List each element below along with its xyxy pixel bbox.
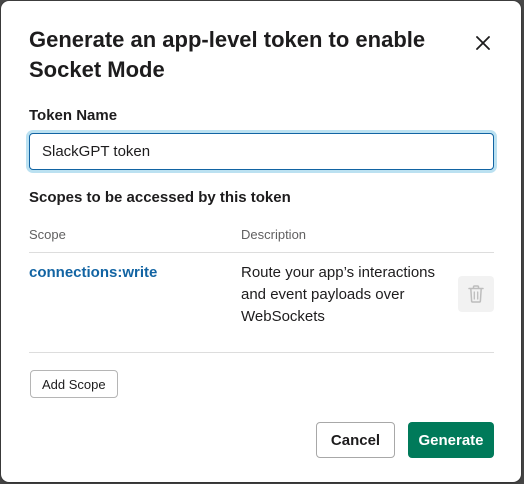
token-name-input[interactable] bbox=[29, 133, 494, 170]
close-button[interactable] bbox=[469, 29, 497, 57]
close-icon[interactable] bbox=[476, 36, 490, 50]
scopes-heading: Scopes to be accessed by this token bbox=[29, 189, 291, 206]
description-column-header: Description bbox=[241, 227, 307, 242]
header-divider bbox=[29, 252, 494, 253]
scope-description: Route your app’s interactions and event … bbox=[241, 264, 436, 325]
generate-button[interactable]: Generate bbox=[408, 422, 494, 458]
add-scope-button[interactable]: Add Scope bbox=[30, 370, 118, 398]
generate-token-dialog: Generate an app-level token to enable So… bbox=[1, 1, 521, 482]
cancel-button[interactable]: Cancel bbox=[316, 422, 395, 458]
dialog-title: Generate an app-level token to enable So… bbox=[29, 27, 426, 82]
trash-icon bbox=[468, 285, 484, 303]
token-name-label: Token Name bbox=[29, 107, 118, 124]
scope-column-header: Scope bbox=[29, 227, 66, 242]
scope-link-connections-write[interactable]: connections:write bbox=[29, 264, 157, 281]
row-divider bbox=[29, 352, 494, 353]
delete-scope-button[interactable] bbox=[458, 276, 494, 312]
